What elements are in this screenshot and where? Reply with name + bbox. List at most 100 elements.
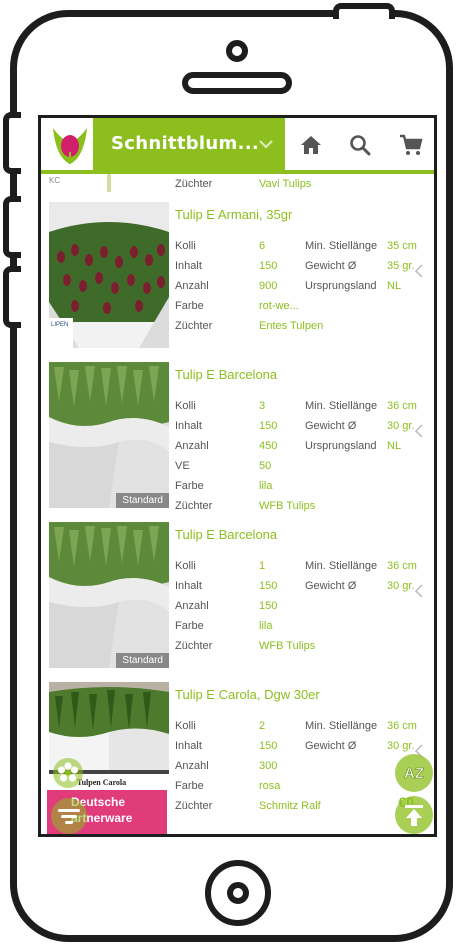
field-value: Entes Tulpen: [259, 320, 324, 332]
field-value: Schmitz Ralf: [259, 800, 321, 812]
field-label: Kolli: [175, 400, 196, 412]
list-item[interactable]: Standard Tulip E Barcelona Kolli 3 Min. …: [47, 352, 432, 513]
search-icon[interactable]: [347, 132, 373, 158]
field-label: Züchter: [175, 500, 213, 512]
power-button: [333, 3, 395, 19]
field-label: VE: [175, 460, 190, 472]
field-label: Farbe: [175, 620, 204, 632]
scroll-top-button[interactable]: [395, 796, 433, 834]
field-value: 6: [259, 240, 266, 252]
product-image: Standard: [49, 362, 169, 508]
field-value: 300: [259, 760, 278, 772]
thumb-caption: LIPEN: [51, 322, 69, 328]
field-value: 30 gr.: [387, 580, 415, 592]
field-value: Vavi Tulips: [259, 178, 312, 190]
front-camera: [226, 40, 248, 62]
field-label: Farbe: [175, 480, 204, 492]
field-value: rosa: [259, 780, 281, 792]
app-screen: Schnittblum... KC Züchter Vavi Tulips LI…: [38, 115, 437, 837]
field-value: 150: [259, 740, 278, 752]
field-value: 30 gr.: [387, 420, 415, 432]
field-value: 3: [259, 400, 266, 412]
field-value: 1: [259, 560, 266, 572]
field-value: 150: [259, 420, 278, 432]
field-value: NL: [387, 440, 402, 452]
field-value: 450: [259, 440, 278, 452]
list-item-partial[interactable]: KC Züchter Vavi Tulips: [47, 172, 432, 193]
field-label: Kolli: [175, 720, 196, 732]
cart-icon[interactable]: [398, 132, 424, 158]
chevron-left-icon[interactable]: [414, 424, 424, 438]
field-value: 2: [259, 720, 266, 732]
list-item[interactable]: Standard Tulip E Barcelona Kolli 1 Min. …: [47, 512, 432, 673]
field-value: 150: [259, 600, 278, 612]
flower-icon[interactable]: [53, 758, 83, 788]
category-title: Schnittblum...: [111, 133, 259, 154]
home-icon[interactable]: [298, 132, 324, 158]
field-label: Inhalt: [175, 740, 202, 752]
field-value: 35 cm: [387, 240, 417, 252]
field-value: 35 gr.: [387, 260, 415, 272]
field-value: 36 cm: [387, 720, 417, 732]
earpiece-speaker: [182, 72, 292, 94]
field-value: NL: [387, 280, 402, 292]
field-value: 150: [259, 260, 278, 272]
standard-badge: Standard: [116, 653, 169, 668]
field-label: Gewicht Ø: [305, 260, 357, 272]
app-logo[interactable]: [47, 122, 93, 168]
field-label: Züchter: [175, 320, 213, 332]
field-value: 36 cm: [387, 560, 417, 572]
field-value: lila: [259, 620, 273, 632]
sort-az-icon: AZ: [404, 765, 425, 783]
product-image: Standard: [49, 522, 169, 668]
field-label: Anzahl: [175, 600, 209, 612]
list-item[interactable]: LIPEN Tulip E Armani, 35gr Kolli 6 Min. …: [47, 192, 432, 353]
product-title: Tulip E Barcelona: [175, 367, 278, 382]
field-label: Inhalt: [175, 260, 202, 272]
field-value: rot-we...: [259, 300, 299, 312]
field-label: Inhalt: [175, 420, 202, 432]
field-label: Züchter: [175, 178, 213, 190]
field-label: Gewicht Ø: [305, 580, 357, 592]
volume-down-button: [3, 266, 21, 328]
header-divider: [41, 170, 434, 174]
product-image: LIPEN: [49, 202, 169, 348]
field-label: Min. Stiellänge: [305, 560, 378, 572]
field-label: Min. Stiellänge: [305, 720, 378, 732]
chevron-left-icon[interactable]: [414, 264, 424, 278]
sort-az-button[interactable]: AZ: [395, 754, 433, 792]
volume-up-button: [3, 196, 21, 258]
field-value: 900: [259, 280, 278, 292]
field-label: Farbe: [175, 300, 204, 312]
standard-badge: Standard: [116, 493, 169, 508]
app-header: Schnittblum...: [41, 118, 434, 172]
field-value: lila: [259, 480, 273, 492]
sort-az-label: AZ: [404, 765, 424, 782]
thumb-caption: KC: [49, 176, 61, 185]
thumb-caption: Tulpen Carola: [77, 778, 127, 787]
field-label: Anzahl: [175, 760, 209, 772]
field-value: 30 gr.: [387, 740, 415, 752]
product-title: Tulip E Barcelona: [175, 527, 278, 542]
field-label: Kolli: [175, 240, 196, 252]
field-label: Min. Stiellänge: [305, 400, 378, 412]
field-label: Anzahl: [175, 440, 209, 452]
filter-icon[interactable]: [51, 798, 87, 834]
chevron-left-icon[interactable]: [414, 584, 424, 598]
field-label: Gewicht Ø: [305, 420, 357, 432]
field-label: Min. Stiellänge: [305, 240, 378, 252]
field-label: Züchter: [175, 800, 213, 812]
field-value: 150: [259, 580, 278, 592]
field-value: WFB Tulips: [259, 500, 316, 512]
volume-switch: [3, 112, 21, 174]
field-label: Farbe: [175, 780, 204, 792]
home-button[interactable]: [205, 860, 271, 926]
category-selector[interactable]: Schnittblum...: [93, 118, 285, 172]
field-value: 36 cm: [387, 400, 417, 412]
product-title: Tulip E Armani, 35gr: [175, 207, 293, 222]
field-label: Inhalt: [175, 580, 202, 592]
field-label: Kolli: [175, 560, 196, 572]
field-label: Gewicht Ø: [305, 740, 357, 752]
scroll-top-icon: [405, 805, 423, 826]
chevron-down-icon: [259, 140, 273, 149]
